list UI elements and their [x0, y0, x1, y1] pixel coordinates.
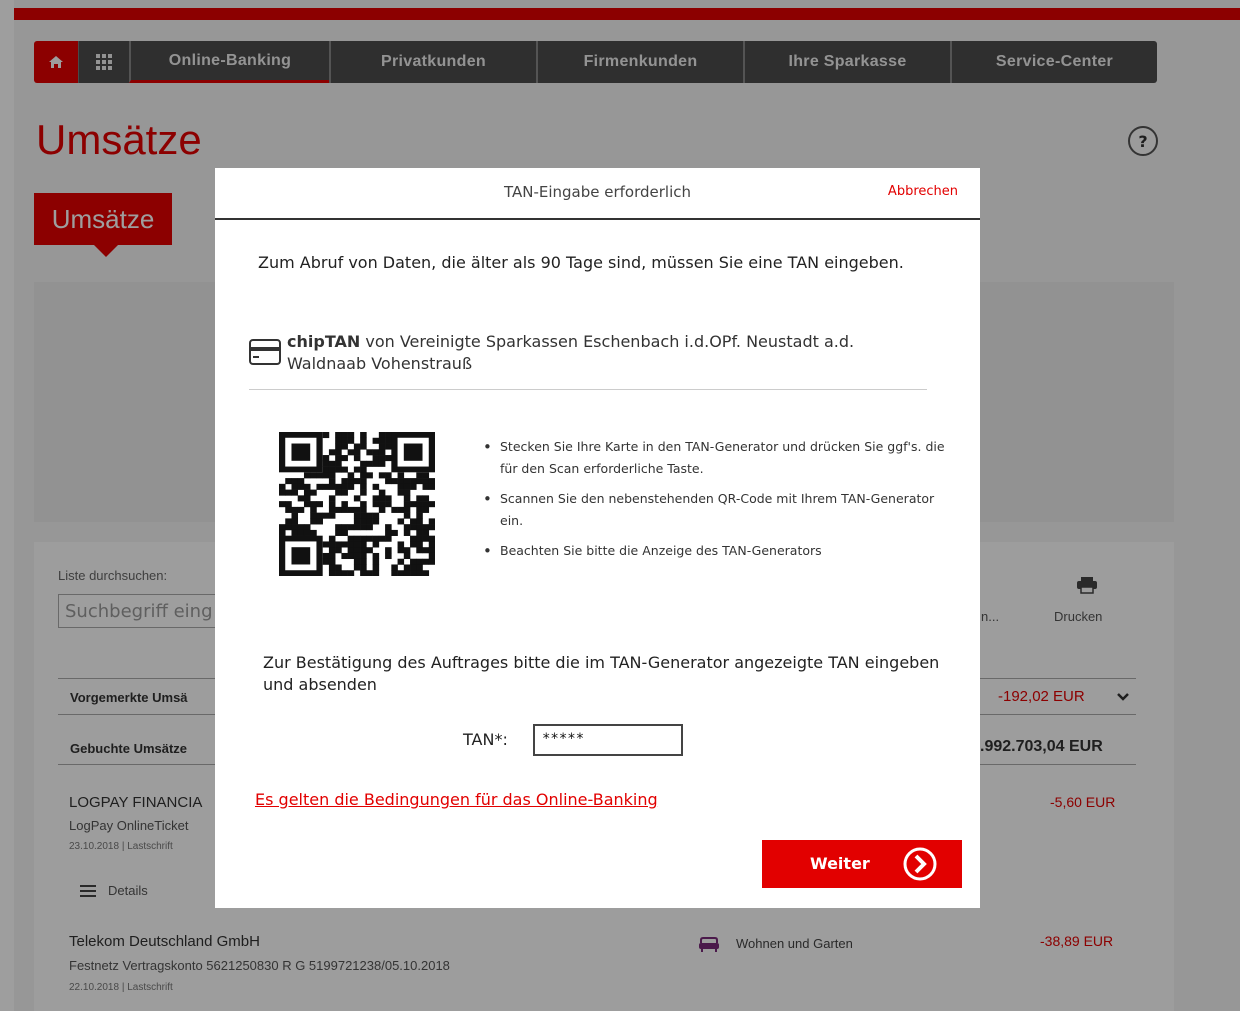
arrow-right-circle-icon	[903, 847, 937, 881]
cancel-link[interactable]: Abbrechen	[888, 184, 958, 199]
tan-label: TAN*:	[463, 730, 508, 749]
terms-link[interactable]: Es gelten die Bedingungen für das Online…	[255, 790, 658, 809]
instruction-step-1: Stecken Sie Ihre Karte in den TAN-Genera…	[483, 436, 953, 480]
instruction-list: Stecken Sie Ihre Karte in den TAN-Genera…	[483, 436, 953, 570]
submit-button[interactable]: Weiter	[762, 840, 962, 888]
qr-code	[279, 432, 435, 576]
card-icon	[249, 339, 281, 365]
chiptan-label: chipTAN	[287, 332, 361, 351]
dialog-divider	[249, 389, 927, 390]
dialog-title: TAN-Eingabe erforderlich	[503, 183, 692, 201]
submit-label: Weiter	[810, 854, 870, 873]
tan-dialog: TAN-Eingabe erforderlich Abbrechen Zum A…	[215, 168, 980, 908]
chiptan-method: chipTAN von Vereinigte Sparkassen Eschen…	[287, 331, 927, 375]
instruction-step-3: Beachten Sie bitte die Anzeige des TAN-G…	[483, 540, 953, 562]
instruction-step-2: Scannen Sie den nebenstehenden QR-Code m…	[483, 488, 953, 532]
confirm-text: Zur Bestätigung des Auftrages bitte die …	[263, 653, 940, 694]
chiptan-bank: von Vereinigte Sparkassen Eschenbach i.d…	[287, 332, 855, 373]
dialog-header: TAN-Eingabe erforderlich Abbrechen	[215, 168, 980, 220]
intro-text: Zum Abruf von Daten, die älter als 90 Ta…	[258, 253, 904, 272]
tan-input[interactable]: *****	[533, 724, 683, 756]
